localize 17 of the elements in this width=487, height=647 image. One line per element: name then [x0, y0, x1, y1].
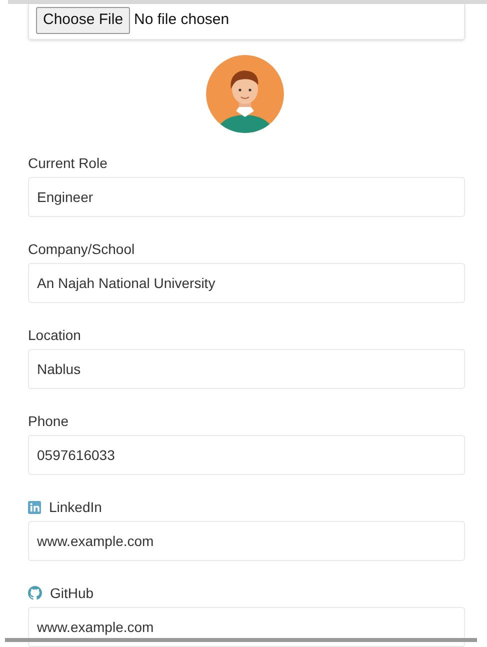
text-field[interactable]: Engineer: [28, 177, 465, 217]
field-label: Phone: [28, 412, 68, 430]
field-label: LinkedIn: [49, 498, 102, 516]
text-field[interactable]: An Najah National University: [28, 263, 465, 303]
text-field[interactable]: www.example.com: [28, 607, 465, 647]
file-upload-field[interactable]: Choose File No file chosen: [28, 4, 465, 40]
field-label: Company/School: [28, 240, 135, 259]
field-label: Current Role: [28, 154, 108, 172]
text-field[interactable]: www.example.com: [28, 521, 465, 561]
github-icon: [28, 586, 42, 600]
linkedin-icon: [28, 500, 41, 514]
field-label: GitHub: [50, 584, 94, 602]
field-label: Location: [28, 326, 81, 344]
choose-file-button[interactable]: Choose File: [36, 7, 130, 34]
text-field[interactable]: Nablus: [28, 349, 465, 389]
text-field[interactable]: 0597616033: [28, 435, 465, 475]
file-status-text: No file chosen: [134, 10, 230, 30]
